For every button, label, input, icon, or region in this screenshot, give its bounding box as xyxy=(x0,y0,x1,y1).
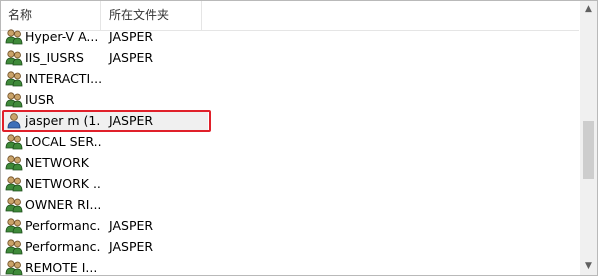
scrollbar-thumb[interactable] xyxy=(583,121,594,179)
list-item-folder: JASPER xyxy=(109,29,154,44)
group-icon xyxy=(5,49,23,66)
list-item-name: Performanc... xyxy=(25,239,101,254)
vertical-scrollbar[interactable]: ▲ ▼ xyxy=(580,1,597,275)
list-item[interactable]: Hyper-V A... JASPER xyxy=(1,26,579,47)
list-item[interactable]: OWNER RI... xyxy=(1,194,579,215)
group-icon xyxy=(5,28,23,45)
group-icon xyxy=(5,259,23,275)
list-item-name: IUSR xyxy=(25,92,55,107)
list-item-name: Performanc... xyxy=(25,218,101,233)
group-icon xyxy=(5,70,23,87)
list-item[interactable]: LOCAL SER... xyxy=(1,131,579,152)
list-item[interactable]: NETWORK xyxy=(1,152,579,173)
scroll-down-arrow-icon[interactable]: ▼ xyxy=(580,258,597,275)
group-icon xyxy=(5,217,23,234)
list-item[interactable]: IUSR xyxy=(1,89,579,110)
group-icon xyxy=(5,154,23,171)
list-item-folder: JASPER xyxy=(109,218,154,233)
list-item-name: NETWORK xyxy=(25,155,89,170)
group-icon xyxy=(5,133,23,150)
scroll-up-arrow-icon[interactable]: ▲ xyxy=(580,1,597,18)
group-icon xyxy=(5,175,23,192)
annotation-highlight xyxy=(2,110,211,132)
group-icon xyxy=(5,196,23,213)
list-item-name: IIS_IUSRS xyxy=(25,50,84,65)
list-item-folder: JASPER xyxy=(109,50,154,65)
user-list-panel: 名称 所在文件夹 Hyper-V A... JASPER IIS_IUSRS JASP… xyxy=(0,0,598,276)
list-item-folder: JASPER xyxy=(109,239,154,254)
list-item[interactable]: Performanc... JASPER xyxy=(1,236,579,257)
list-item[interactable]: INTERACTI... xyxy=(1,68,579,89)
list-item-name: REMOTE I... xyxy=(25,260,98,275)
list-item-name: LOCAL SER... xyxy=(25,134,101,149)
list-item[interactable]: REMOTE I... xyxy=(1,257,579,275)
group-icon xyxy=(5,238,23,255)
list-item[interactable]: Performanc... JASPER xyxy=(1,215,579,236)
group-icon xyxy=(5,91,23,108)
list-item-name: INTERACTI... xyxy=(25,71,101,86)
list-item[interactable]: IIS_IUSRS JASPER xyxy=(1,47,579,68)
list-item[interactable]: NETWORK ... xyxy=(1,173,579,194)
list-item-name: NETWORK ... xyxy=(25,176,101,191)
list-item-name: Hyper-V A... xyxy=(25,29,99,44)
list-item-name: OWNER RI... xyxy=(25,197,101,212)
